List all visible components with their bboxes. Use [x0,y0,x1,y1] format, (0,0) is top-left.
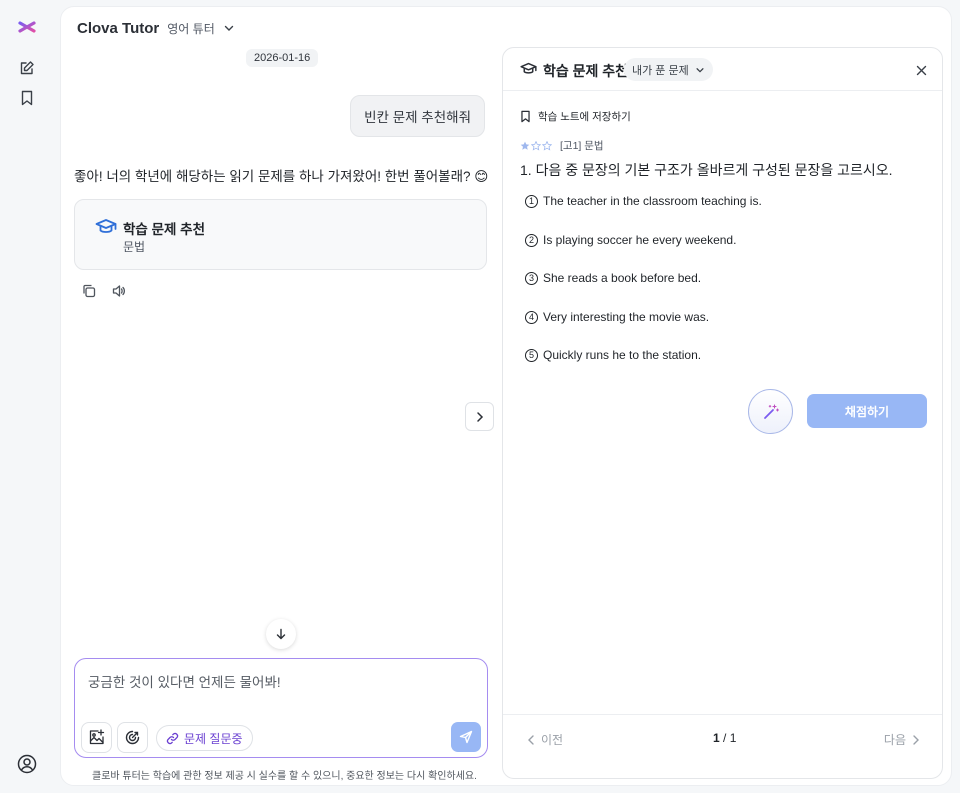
option-number: 2 [525,233,538,247]
option-text: Is playing soccer he every weekend. [543,233,737,247]
page-indicator: 1 / 1 [713,731,736,745]
panel-header: 학습 문제 추천 내가 푼 문제 [503,48,942,91]
answer-option-3[interactable]: 3 She reads a book before bed. [525,271,701,285]
date-divider: 2026-01-16 [246,49,319,67]
link-icon [166,732,179,744]
close-panel-button[interactable] [913,62,929,78]
problem-recommend-card[interactable]: 학습 문제 추천 문법 [74,199,487,270]
card-subtitle: 문법 [123,240,146,254]
scroll-to-bottom-button[interactable] [266,619,296,649]
target-icon [125,730,140,745]
logo-asterisk-icon[interactable] [16,16,38,38]
chevron-right-icon [476,411,483,422]
graduation-cap-icon [95,218,117,236]
option-text: She reads a book before bed. [543,271,702,285]
option-number: 1 [525,194,538,208]
message-actions [81,283,127,299]
problem-meta: [고1] 문법 [520,138,604,153]
previous-label: 이전 [541,733,564,747]
answer-option-4[interactable]: 4 Very interesting the movie was. [525,310,709,324]
grade-button[interactable]: 채점하기 [807,394,927,428]
new-chat-edit-icon[interactable] [16,57,38,79]
next-label: 다음 [883,733,906,747]
disclaimer-text: 클로바 튜터는 학습에 관한 정보 제공 시 실수를 할 수 있으니, 중요한 … [92,771,477,782]
speaker-icon[interactable] [111,283,127,299]
arrow-down-icon [276,628,286,640]
left-rail [0,0,56,793]
option-text: Quickly runs he to the station. [543,348,702,362]
option-number: 4 [525,310,538,324]
image-add-icon [89,729,105,745]
chevron-right-icon [913,734,919,745]
save-to-notes-label: 학습 노트에 저장하기 [538,111,631,123]
star-empty-icon [542,140,552,150]
message-composer[interactable]: 궁금한 것이 있다면 언제든 물어봐! 문제 질문중 [74,658,488,758]
assistant-message: 좋아! 너의 학년에 해당하는 읽기 문제를 하나 가져왔어! 한번 풀어볼래?… [74,169,489,184]
panel-pagination: 이전 1 / 1 다음 [503,714,942,778]
hint-magic-wand-button[interactable] [748,389,793,434]
magic-wand-icon [763,403,779,419]
main-window: Clova Tutor 영어 튜터 2026-01-16 빈칸 문제 추천해줘 … [60,6,952,786]
image-upload-button[interactable] [81,722,112,753]
question-mode-chip[interactable]: 문제 질문중 [156,725,253,751]
bookmark-icon[interactable] [16,87,38,109]
question-text: 1. 다음 중 문장의 기본 구조가 올바르게 구성된 문장을 고르시오. [520,162,893,178]
profile-avatar-icon[interactable] [16,753,38,775]
option-text: The teacher in the classroom teaching is… [543,194,762,208]
app-title: Clova Tutor [77,19,160,37]
composer-placeholder[interactable]: 궁금한 것이 있다면 언제든 물어봐! [88,671,281,691]
expand-panel-button[interactable] [465,402,494,431]
chevron-left-icon [528,734,534,745]
send-button[interactable] [451,722,481,752]
option-number: 3 [525,271,538,285]
user-message-bubble: 빈칸 문제 추천해줘 [350,95,485,137]
page-total: / 1 [723,731,737,745]
option-number: 5 [525,348,538,362]
answer-option-5[interactable]: 5 Quickly runs he to the station. [525,348,701,362]
chevron-down-icon[interactable] [223,22,235,34]
star-empty-icon [531,140,541,150]
panel-title: 학습 문제 추천 [543,63,629,79]
answer-option-2[interactable]: 2 Is playing soccer he every weekend. [525,233,736,247]
bookmark-icon [521,110,530,123]
graduation-cap-icon [520,62,537,81]
question-mode-label: 문제 질문중 [184,731,243,746]
close-icon [916,65,926,75]
option-text: Very interesting the movie was. [543,310,710,324]
problem-panel: 학습 문제 추천 내가 푼 문제 학습 노트에 저장하기 [고1] 문법 1. … [502,47,943,779]
tutor-type-label: 영어 튜터 [167,21,215,36]
send-icon [459,730,473,744]
star-filled-icon [520,141,530,150]
level-target-button[interactable] [117,722,148,753]
chevron-down-icon [696,67,704,73]
card-title: 학습 문제 추천 [123,222,206,237]
tutor-header[interactable]: Clova Tutor 영어 튜터 [77,17,235,39]
page-current: 1 [713,731,720,745]
grade-subject-label: [고1] 문법 [560,140,604,152]
difficulty-stars [520,140,552,151]
copy-icon[interactable] [81,283,97,299]
next-button[interactable]: 다음 [884,731,920,748]
save-to-notes-button[interactable]: 학습 노트에 저장하기 [520,109,631,124]
filter-label: 내가 푼 문제 [632,64,689,77]
solved-filter-dropdown[interactable]: 내가 푼 문제 [624,58,713,81]
previous-button[interactable]: 이전 [527,731,563,748]
answer-option-1[interactable]: 1 The teacher in the classroom teaching … [525,194,762,208]
